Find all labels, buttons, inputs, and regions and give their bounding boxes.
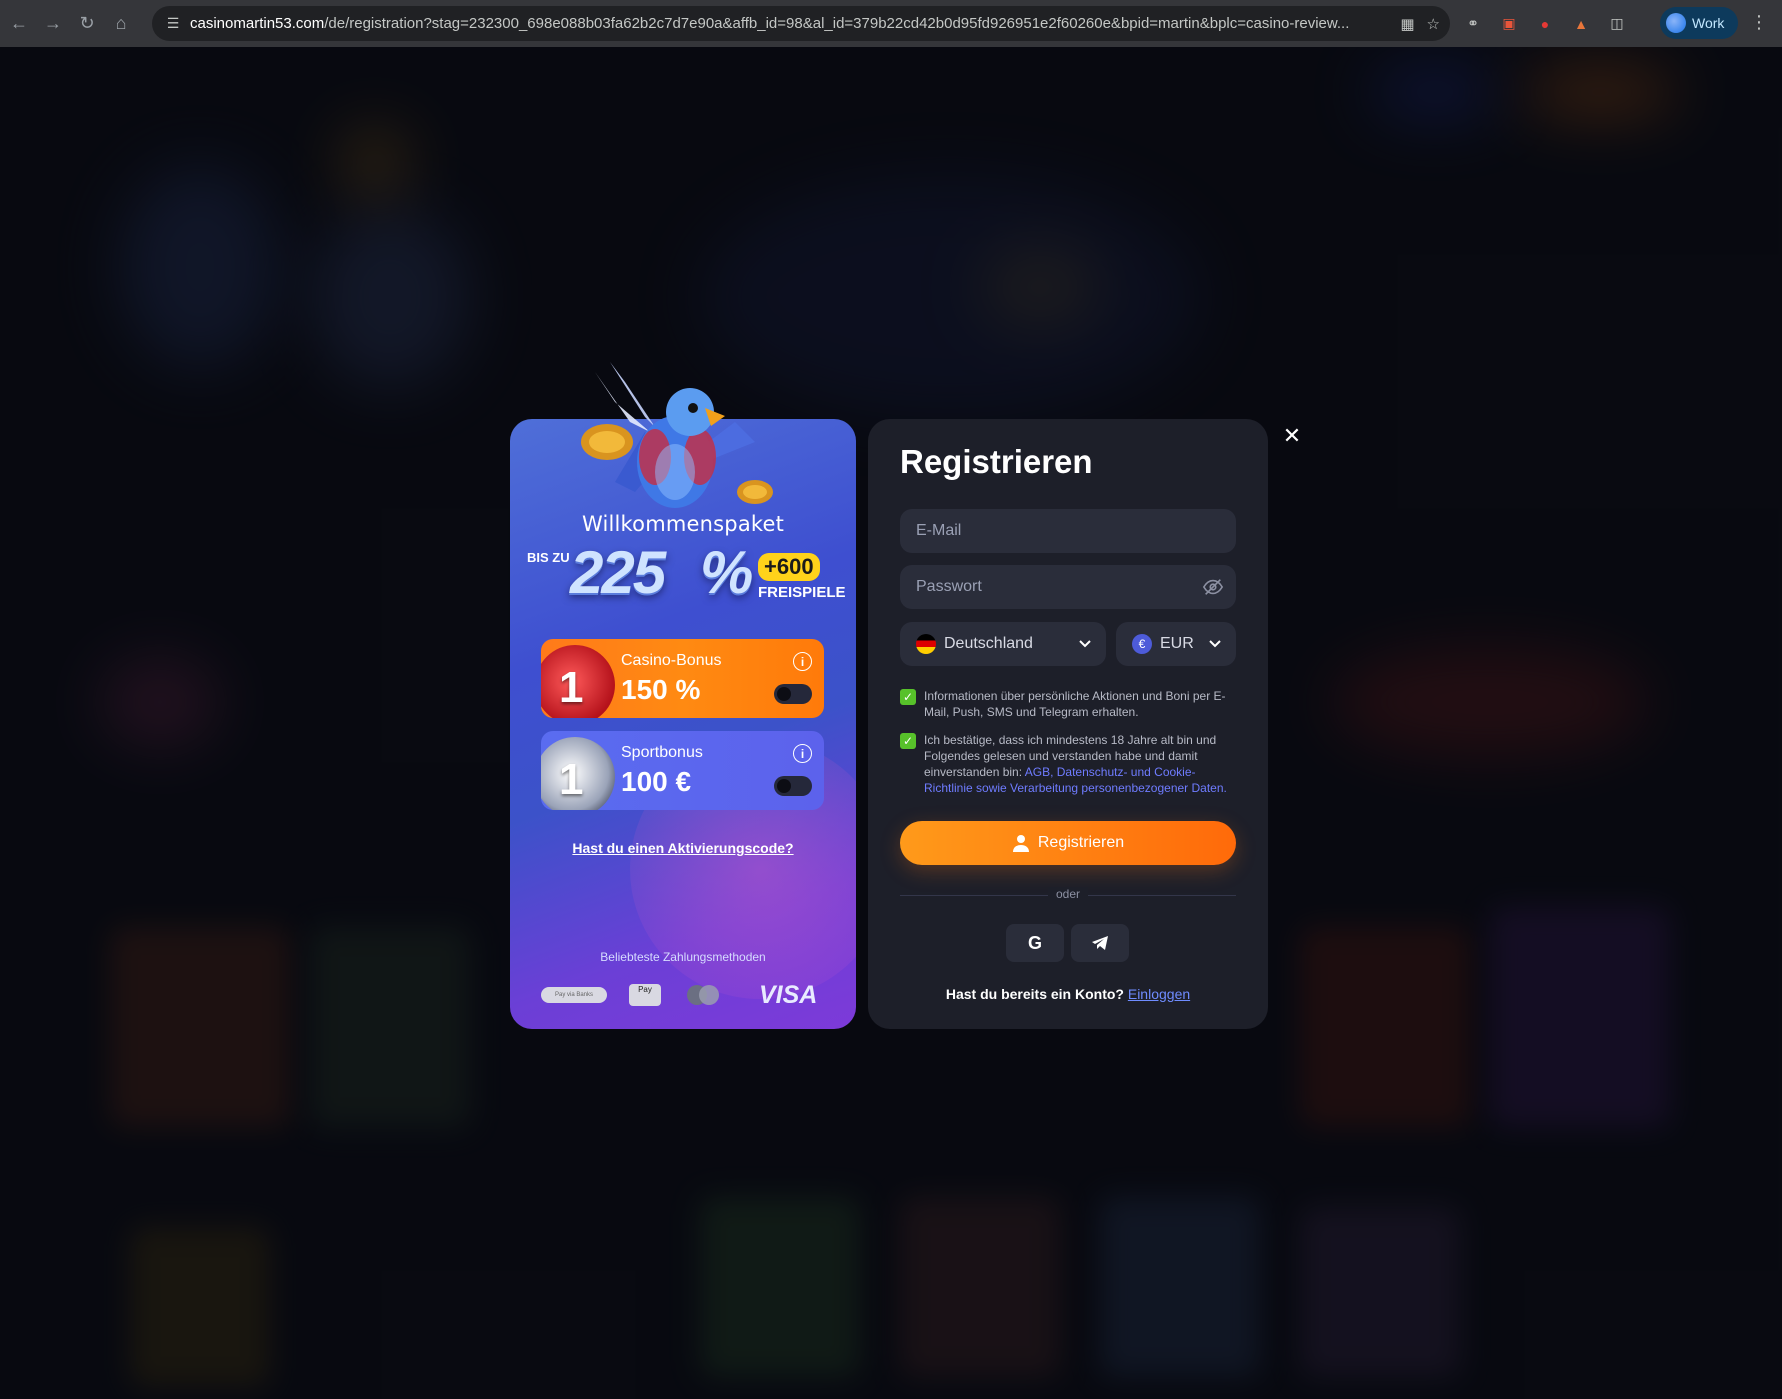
bonus-value: 150 % [621,674,701,705]
password-field[interactable] [900,565,1236,609]
telegram-login-button[interactable] [1071,924,1129,962]
terms-consent-text: Ich bestätige, dass ich mindestens 18 Ja… [924,733,1227,795]
euro-icon: € [1132,634,1152,654]
user-icon [1012,835,1029,852]
home-icon[interactable]: ⌂ [104,7,138,41]
password-input[interactable] [916,578,1186,596]
register-button[interactable]: Registrieren [900,821,1236,865]
bis-zu-label: BIS ZU [527,550,570,565]
fox-extension-icon[interactable]: ▲ [1568,11,1594,37]
bonus-rank: 1 [559,755,584,804]
url-text[interactable]: casinomartin53.com/de/registration?stag=… [190,15,1390,32]
currency-select[interactable]: € EUR [1116,622,1236,666]
parrot-mascot-icon [581,362,773,508]
email-field[interactable] [900,509,1236,553]
email-input[interactable] [916,522,1186,540]
bonus-rank: 1 [559,663,584,712]
reload-icon[interactable]: ↻ [70,7,104,41]
telegram-icon [1092,936,1108,950]
link-extension-icon[interactable]: ⚭ [1460,11,1486,37]
eye-off-icon[interactable] [1202,576,1224,598]
google-login-button[interactable]: G [1006,924,1064,962]
mastercard-logo [687,985,723,1005]
register-button-label: Registrieren [1037,834,1125,851]
welcome-package-title: Willkommenspaket [581,512,785,536]
payment-methods-title: Beliebteste Zahlungsmethoden [600,950,766,964]
pay-via-banks-logo: Pay via Banks [541,987,607,1003]
profile-avatar [1666,13,1686,33]
bonus-value: 100 € [621,766,692,797]
close-icon[interactable]: ✕ [1278,422,1306,450]
bonus-percent-value: 225 [570,539,666,606]
promo-consent-text: Informationen über persönliche Aktionen … [924,689,1226,719]
casino-bonus-card[interactable]: 1 Casino-Bonus 150 % i [541,639,824,718]
casino-bonus-toggle[interactable] [774,684,812,704]
apple-pay-logo: Pay [629,984,661,1006]
profile-label: Work [1692,15,1725,31]
currency-value: EUR [1160,635,1194,652]
login-link[interactable]: Einloggen [1128,986,1190,1002]
forward-icon[interactable]: → [36,7,70,41]
chevron-down-icon [1079,640,1091,648]
info-icon[interactable]: i [793,652,812,671]
bookmark-star-icon[interactable]: ☆ [1427,15,1440,33]
form-title: Registrieren [900,443,1093,480]
terms-consent-checkbox[interactable]: ✓ [900,733,916,749]
extensions-bar: ⚭ ▣ ● ▲ ◫ [1460,6,1630,41]
freespins-amount-badge: +600 [758,553,820,581]
country-value: Deutschland [944,635,1033,652]
site-settings-icon[interactable]: ☰ [156,6,190,41]
translate-icon[interactable]: ▦ [1400,15,1414,33]
country-select[interactable]: Deutschland [900,622,1106,666]
or-label: oder [1048,887,1088,901]
puzzle-extensions-icon[interactable]: ◫ [1604,11,1630,37]
payment-methods-row: Pay via Banks Pay VISA [541,981,824,1011]
freespins-label: FREISPIELE [758,584,846,601]
info-icon[interactable]: i [793,744,812,763]
promo-consent-checkbox[interactable]: ✓ [900,689,916,705]
google-icon: G [1027,932,1042,953]
chevron-down-icon [1209,640,1221,648]
profile-button[interactable]: Work [1660,7,1738,39]
sport-bonus-toggle[interactable] [774,776,812,796]
login-prompt: Hast du bereits ein Konto? Einloggen [945,986,1191,1002]
ad-extension-icon[interactable]: ● [1532,11,1558,37]
address-bar[interactable]: ☰ casinomartin53.com/de/registration?sta… [152,6,1450,41]
bonus-title: Casino-Bonus [621,652,722,669]
visa-logo: VISA [759,981,818,1009]
germany-flag-icon [916,634,936,654]
browser-menu-icon[interactable]: ⋮ [1750,12,1768,33]
bonus-percent-sign: % [700,539,754,606]
sport-bonus-card[interactable]: 1 Sportbonus 100 € i [541,731,824,810]
activation-code-link[interactable]: Hast du einen Aktivierungscode? [510,840,856,856]
capture-extension-icon[interactable]: ▣ [1496,11,1522,37]
back-icon[interactable]: ← [2,7,36,41]
bonus-title: Sportbonus [621,744,703,761]
